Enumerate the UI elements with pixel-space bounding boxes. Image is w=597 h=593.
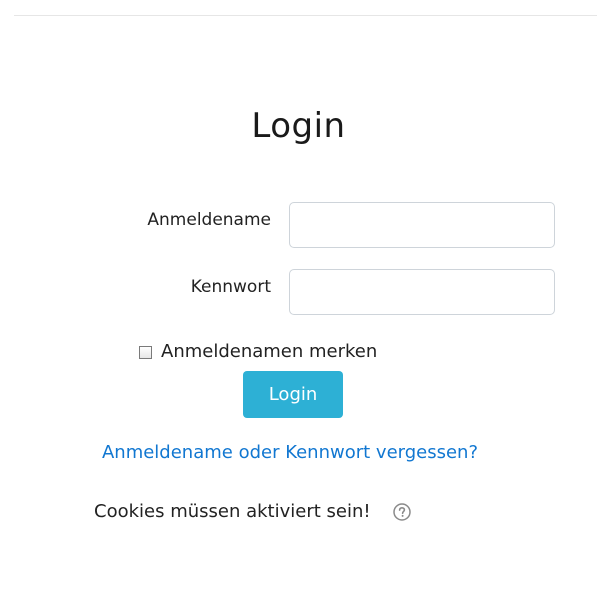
username-label: Anmeldename [147, 210, 271, 230]
page-title: Login [251, 105, 346, 146]
question-circle-icon[interactable] [392, 503, 411, 521]
password-input[interactable] [289, 269, 555, 315]
password-label: Kennwort [190, 277, 271, 297]
login-button[interactable]: Login [243, 371, 343, 418]
forgot-credentials-link[interactable]: Anmeldename oder Kennwort vergessen? [0, 441, 580, 465]
username-input[interactable] [289, 202, 555, 248]
cookies-notice: Cookies müssen aktiviert sein! [94, 500, 411, 524]
remember-username-checkbox[interactable] [139, 345, 152, 359]
remember-username-row[interactable]: Anmeldenamen merken [139, 339, 377, 365]
top-divider [14, 15, 597, 16]
remember-username-label[interactable]: Anmeldenamen merken [161, 339, 377, 365]
cookies-notice-text: Cookies müssen aktiviert sein! [94, 501, 371, 522]
